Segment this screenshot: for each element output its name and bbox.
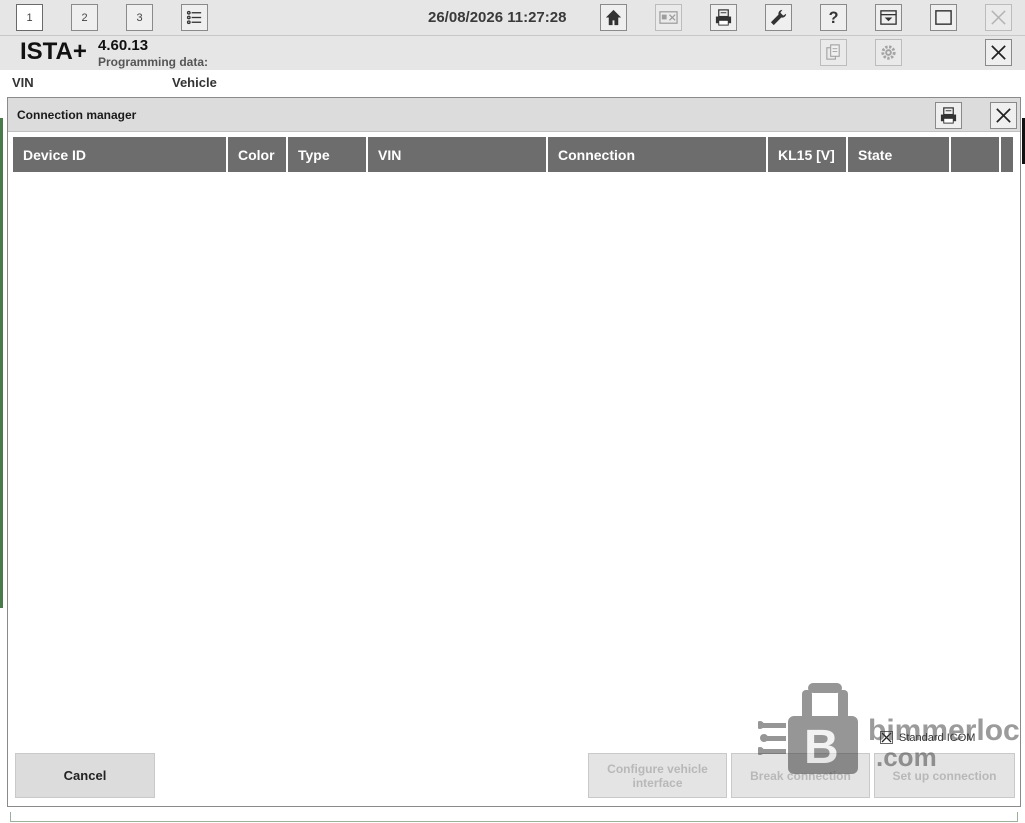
print-icon <box>715 9 732 26</box>
tab-2-button[interactable]: 2 <box>71 4 98 31</box>
connection-manager-dialog: Connection manager Device ID Color Type … <box>7 97 1021 807</box>
print-button[interactable] <box>710 4 737 31</box>
wrench-icon <box>770 9 787 26</box>
print-icon <box>940 107 957 124</box>
column-header-state[interactable]: State <box>848 137 951 172</box>
help-icon: ? <box>829 9 839 27</box>
window-bottom-border <box>10 812 1018 822</box>
help-button[interactable]: ? <box>820 4 847 31</box>
list-icon <box>186 10 202 25</box>
maximize-button[interactable] <box>930 4 957 31</box>
settings-button[interactable] <box>875 39 902 66</box>
close-icon <box>991 10 1006 25</box>
id-card-icon <box>659 11 678 24</box>
tab-1-label: 1 <box>26 11 33 24</box>
home-icon <box>605 9 622 26</box>
tab-2-label: 2 <box>81 11 88 24</box>
window-menu-button[interactable] <box>875 4 902 31</box>
cancel-button[interactable]: Cancel <box>15 753 155 798</box>
maximize-icon <box>935 10 952 25</box>
tab-3-label: 3 <box>136 11 143 24</box>
home-button[interactable] <box>600 4 627 31</box>
tab-3-button[interactable]: 3 <box>126 4 153 31</box>
column-header-device-id[interactable]: Device ID <box>13 137 228 172</box>
standard-icom-checkbox[interactable] <box>880 731 893 744</box>
close-icon <box>996 108 1011 123</box>
column-header-scroll-filler <box>1001 137 1015 172</box>
vehicle-label: Vehicle <box>172 75 217 90</box>
dialog-title-bar: Connection manager <box>8 98 1020 132</box>
gear-icon <box>881 45 896 60</box>
dropdown-window-icon <box>880 10 897 25</box>
column-header-type[interactable]: Type <box>288 137 368 172</box>
document-stack-icon <box>826 44 840 60</box>
device-table-body[interactable] <box>13 174 1013 749</box>
configure-vehicle-interface-button[interactable]: Configure vehicle interface <box>588 753 727 798</box>
standard-icom-option[interactable]: Standard ICOM <box>880 731 975 744</box>
column-header-kl15[interactable]: KL15 [V] <box>768 137 848 172</box>
dialog-print-button[interactable] <box>935 102 962 129</box>
device-table-header: Device ID Color Type VIN Connection KL15… <box>13 137 1015 172</box>
svg-text:?: ? <box>829 9 839 27</box>
checkmark-icon <box>881 732 892 743</box>
list-button[interactable] <box>181 4 208 31</box>
app-name: ISTA+ <box>20 38 87 65</box>
standard-icom-label: Standard ICOM <box>899 731 976 744</box>
session-close-button[interactable] <box>985 39 1012 66</box>
close-icon <box>991 45 1006 60</box>
app-header: ISTA+ 4.60.13 Programming data: <box>0 36 1025 70</box>
dialog-title: Connection manager <box>17 108 137 122</box>
top-toolbar: 1 2 3 26/08/2026 11:27:28 ? <box>0 0 1025 36</box>
break-connection-button[interactable]: Break connection <box>731 753 870 798</box>
app-version: 4.60.13 <box>98 37 149 54</box>
column-header-connection[interactable]: Connection <box>548 137 768 172</box>
dialog-close-button[interactable] <box>990 102 1017 129</box>
programming-data-label: Programming data: <box>98 55 209 69</box>
column-header-extra <box>951 137 1001 172</box>
set-up-connection-button[interactable]: Set up connection <box>874 753 1015 798</box>
tab-1-button[interactable]: 1 <box>16 4 43 31</box>
wrench-button[interactable] <box>765 4 792 31</box>
column-header-color[interactable]: Color <box>228 137 288 172</box>
datetime-display: 26/08/2026 11:27:28 <box>428 9 567 26</box>
vehicle-info-bar: VIN Vehicle <box>0 70 1025 94</box>
column-header-vin[interactable]: VIN <box>368 137 548 172</box>
background-edge <box>0 118 3 608</box>
id-card-button[interactable] <box>655 4 682 31</box>
vin-label: VIN <box>12 75 34 90</box>
app-close-button[interactable] <box>985 4 1012 31</box>
documents-button[interactable] <box>820 39 847 66</box>
